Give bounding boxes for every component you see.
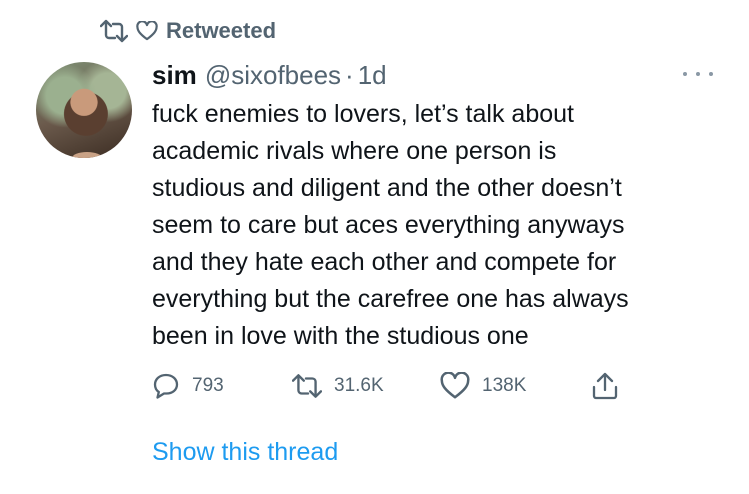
retweet-button[interactable]: 31.6K <box>292 368 384 404</box>
reply-button[interactable]: 793 <box>152 368 224 404</box>
social-context[interactable]: Retweeted <box>100 14 276 48</box>
show-thread-link[interactable]: Show this thread <box>152 438 338 467</box>
tweet-header: sim @sixofbees · 1d <box>152 58 387 92</box>
tweet-actions: 793 31.6K 138K <box>152 368 642 404</box>
more-dot <box>696 72 700 76</box>
retweet-icon <box>100 19 128 43</box>
display-name[interactable]: sim <box>152 60 197 91</box>
heart-icon <box>440 372 470 399</box>
separator: · <box>345 59 354 90</box>
like-button[interactable]: 138K <box>440 368 526 404</box>
more-dot <box>683 72 687 76</box>
heart-icon <box>136 21 158 41</box>
retweet-count: 31.6K <box>334 375 384 396</box>
reply-icon <box>153 373 179 399</box>
more-icon[interactable] <box>683 64 713 84</box>
retweeted-label: Retweeted <box>166 18 277 43</box>
like-count: 138K <box>482 375 527 396</box>
reply-count: 793 <box>192 375 224 396</box>
tweet-text: fuck enemies to lovers, let’s talk about… <box>152 100 629 350</box>
share-icon <box>592 372 618 400</box>
user-handle[interactable]: @sixofbees <box>205 60 341 91</box>
share-button[interactable] <box>592 368 618 404</box>
timestamp[interactable]: 1d <box>358 60 387 91</box>
avatar[interactable] <box>36 62 132 158</box>
retweet-icon <box>292 374 322 398</box>
more-dot <box>709 72 713 76</box>
